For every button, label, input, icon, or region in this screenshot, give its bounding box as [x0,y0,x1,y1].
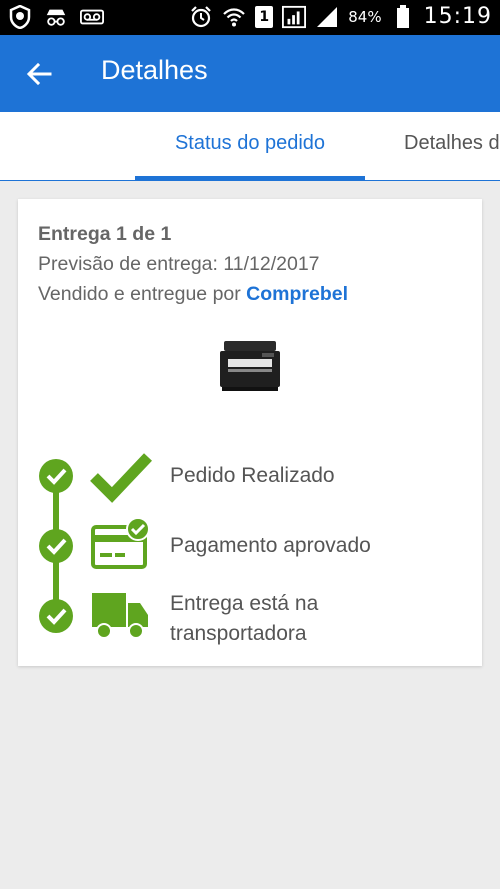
step-label-pedido-realizado: Pedido Realizado [170,464,335,487]
voicemail-icon [80,5,104,29]
step-label-line: transportadora [170,622,307,645]
tab-status-do-pedido[interactable]: Status do pedido [135,132,365,155]
app-bar: Detalhes [0,35,500,112]
back-button[interactable] [22,57,56,91]
signal-icon [282,5,307,29]
wifi-icon [222,5,246,29]
battery-percentage: 84% [348,7,382,26]
step-label-line: Entrega está na [170,592,319,615]
delivery-title: Entrega 1 de 1 [38,223,172,245]
card-approved-icon [91,517,150,569]
delivery-card: Entrega 1 de 1 Previsão de entrega: 11/1… [18,199,482,666]
tab-bar: Status do pedido Detalhes do [0,112,500,181]
delivery-forecast: Previsão de entrega: 11/12/2017 [38,253,320,275]
page-title: Detalhes [101,55,208,85]
arrow-back-icon [26,62,52,86]
sim-icon: 1 [255,5,274,28]
alarm-icon [189,5,213,29]
incognito-icon [44,5,68,29]
printer-image[interactable] [218,339,282,393]
seller-prefix: Vendido e entregue por [38,283,247,305]
shield-icon [8,5,32,29]
signal-icon [315,5,339,29]
step-label-entrega-transportadora: Entrega está na transportadora [170,589,318,649]
clock: 15:19 [423,4,492,29]
seller-link[interactable]: Comprebel [246,283,348,305]
seller-line: Vendido e entregue por Comprebel [38,283,348,306]
step-label-pagamento-aprovado: Pagamento aprovado [170,534,371,557]
checkmark-icon [90,453,152,503]
truck-icon [92,593,148,639]
tab-detalhes-do-pedido[interactable]: Detalhes do [404,132,500,155]
step-complete-check-icon [39,459,73,493]
step-complete-check-icon [39,599,73,633]
tab-indicator [135,176,365,180]
step-complete-check-icon [39,529,73,563]
status-bar: 1 84% 15:19 [0,0,500,35]
battery-icon [391,4,415,29]
